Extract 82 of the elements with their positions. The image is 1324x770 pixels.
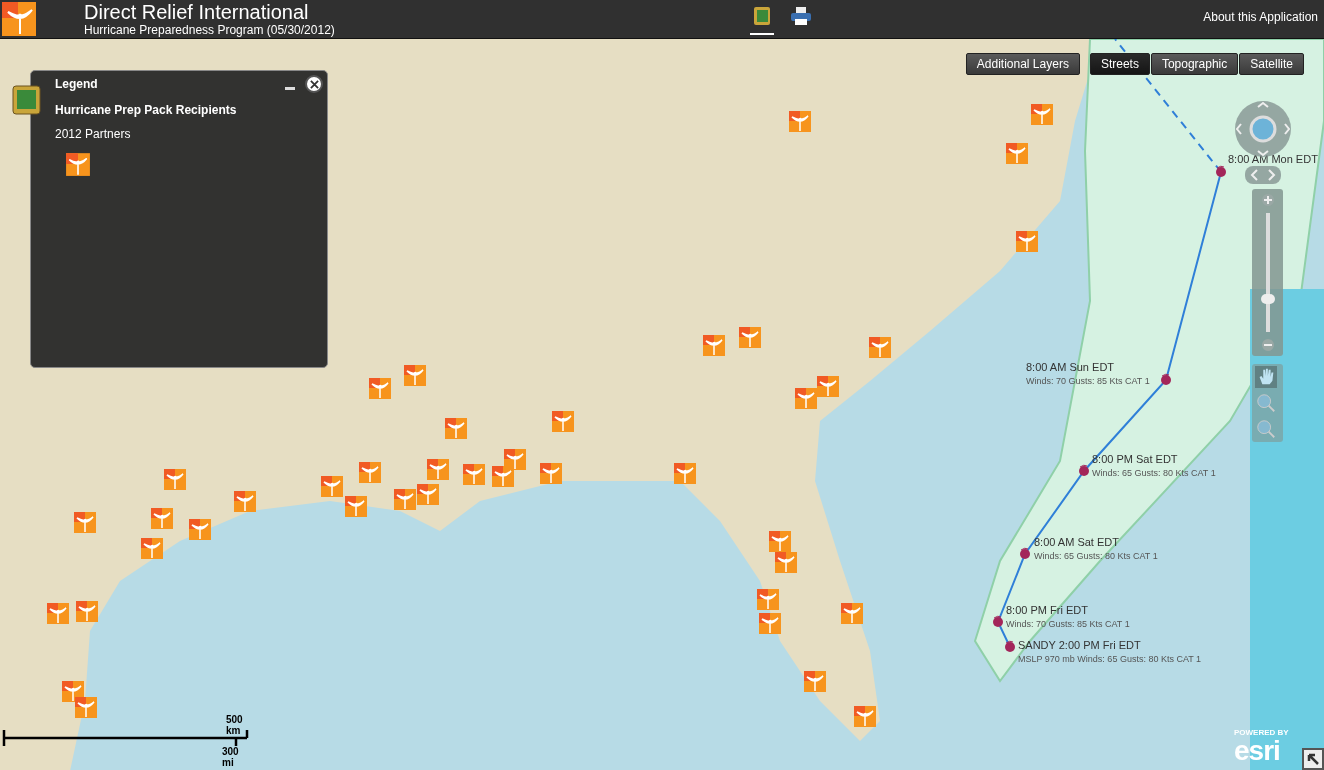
partner-marker-icon[interactable] bbox=[403, 363, 427, 387]
legend-category-label: 2012 Partners bbox=[55, 127, 132, 141]
partner-marker-icon[interactable] bbox=[756, 587, 780, 611]
minus-icon[interactable] bbox=[1260, 338, 1275, 352]
basemap-tab[interactable]: Streets bbox=[1089, 53, 1150, 75]
track-details-label: Winds: 65 Gusts: 80 Kts CAT 1 bbox=[1092, 468, 1216, 478]
close-icon bbox=[309, 79, 319, 89]
partner-marker-icon[interactable] bbox=[840, 601, 864, 625]
partner-marker-icon[interactable] bbox=[673, 461, 697, 485]
partner-marker-icon[interactable] bbox=[233, 489, 257, 513]
close-button[interactable] bbox=[305, 75, 323, 93]
additional-layers-button[interactable]: Additional Layers bbox=[965, 53, 1080, 75]
track-details-label: Winds: 70 Gusts: 85 Kts CAT 1 bbox=[1006, 619, 1130, 629]
partner-marker-icon[interactable] bbox=[738, 325, 762, 349]
legend-layer-name: Hurricane Prep Pack Recipients bbox=[55, 103, 238, 117]
partner-marker-icon bbox=[65, 151, 91, 177]
partner-marker-icon[interactable] bbox=[503, 447, 527, 471]
partner-marker-icon[interactable] bbox=[426, 457, 450, 481]
scale-imperial-label: 300 mi bbox=[222, 746, 240, 768]
partner-marker-icon[interactable] bbox=[758, 611, 782, 635]
track-time-label: 8:00 AM Sun EDT bbox=[1026, 361, 1116, 373]
track-details-label: Winds: 70 Gusts: 85 Kts CAT 1 bbox=[1026, 376, 1150, 386]
partner-marker-icon[interactable] bbox=[539, 461, 563, 485]
partner-marker-icon[interactable] bbox=[150, 506, 174, 530]
hurricane-symbol-icon bbox=[1214, 165, 1228, 179]
zoom-slider[interactable] bbox=[1252, 189, 1283, 356]
zoom-slider-thumb[interactable] bbox=[1260, 293, 1275, 304]
partner-marker-icon[interactable] bbox=[1005, 141, 1029, 165]
plus-icon[interactable] bbox=[1260, 193, 1275, 207]
legend-book-icon[interactable] bbox=[12, 85, 42, 115]
powered-by-label: POWERED BY bbox=[1234, 729, 1289, 737]
app-subtitle: Hurricane Preparedness Program (05/30/2012) bbox=[84, 24, 335, 36]
partner-marker-icon[interactable] bbox=[73, 510, 97, 534]
hurricane-symbol-icon bbox=[1003, 640, 1017, 654]
hand-icon[interactable] bbox=[1255, 366, 1277, 388]
partner-marker-icon[interactable] bbox=[768, 529, 792, 553]
partner-marker-icon[interactable] bbox=[774, 550, 798, 574]
partner-marker-icon[interactable] bbox=[46, 601, 70, 625]
partner-marker-icon[interactable] bbox=[393, 487, 417, 511]
partner-marker-icon[interactable] bbox=[462, 462, 486, 486]
hurricane-symbol-icon bbox=[1159, 373, 1173, 387]
partner-marker-icon[interactable] bbox=[416, 482, 440, 506]
partner-marker-icon[interactable] bbox=[702, 333, 726, 357]
partner-marker-icon[interactable] bbox=[788, 109, 812, 133]
hurricane-symbol-icon bbox=[991, 615, 1005, 629]
partner-marker-icon[interactable] bbox=[61, 679, 85, 703]
partner-marker-icon[interactable] bbox=[140, 536, 164, 560]
partner-marker-icon[interactable] bbox=[794, 386, 818, 410]
app-title: Direct Relief International bbox=[84, 2, 310, 22]
partner-marker-icon[interactable] bbox=[74, 695, 98, 719]
partner-marker-icon[interactable] bbox=[551, 409, 575, 433]
partner-marker-icon[interactable] bbox=[163, 467, 187, 491]
basemap-tab[interactable]: Satellite bbox=[1239, 53, 1304, 75]
legend-title: Legend bbox=[55, 77, 98, 91]
extent-arrows-icon[interactable] bbox=[1245, 166, 1281, 184]
partner-marker-icon[interactable] bbox=[344, 494, 368, 518]
basemap-tab[interactable]: Topographic bbox=[1150, 53, 1239, 75]
partner-marker-icon[interactable] bbox=[853, 704, 877, 728]
partner-marker-icon[interactable] bbox=[1015, 229, 1039, 253]
partner-marker-icon[interactable] bbox=[358, 460, 382, 484]
partner-marker-icon[interactable] bbox=[368, 376, 392, 400]
track-time-label: 8:00 AM Sat EDT bbox=[1034, 536, 1120, 548]
partner-marker-icon[interactable] bbox=[444, 416, 468, 440]
esri-logo: esri bbox=[1234, 737, 1281, 765]
partner-marker-icon[interactable] bbox=[1030, 102, 1054, 126]
partner-marker-icon[interactable] bbox=[816, 374, 840, 398]
partner-marker-icon[interactable] bbox=[868, 335, 892, 359]
track-time-label: 8:00 AM Mon EDT bbox=[1228, 153, 1318, 165]
partner-marker-icon[interactable] bbox=[320, 474, 344, 498]
partner-marker-icon[interactable] bbox=[803, 669, 827, 693]
partner-marker-icon[interactable] bbox=[491, 464, 515, 488]
minimize-button[interactable] bbox=[285, 86, 295, 90]
about-link[interactable]: About this Application bbox=[1203, 10, 1318, 24]
hurricane-symbol-icon bbox=[1077, 464, 1091, 478]
track-details-label: Winds: 65 Gusts: 80 Kts CAT 1 bbox=[1034, 551, 1158, 561]
track-time-label: SANDY 2:00 PM Fri EDT bbox=[1018, 639, 1142, 651]
scale-metric-label: 500 km bbox=[226, 714, 244, 736]
track-time-label: 8:00 PM Fri EDT bbox=[1006, 604, 1089, 616]
hurricane-symbol-icon bbox=[1018, 547, 1032, 561]
track-details-label: MSLP 970 mb Winds: 65 Gusts: 80 Kts CAT 1 bbox=[1018, 654, 1202, 664]
partner-marker-icon[interactable] bbox=[188, 517, 212, 541]
partner-marker-icon[interactable] bbox=[75, 599, 99, 623]
